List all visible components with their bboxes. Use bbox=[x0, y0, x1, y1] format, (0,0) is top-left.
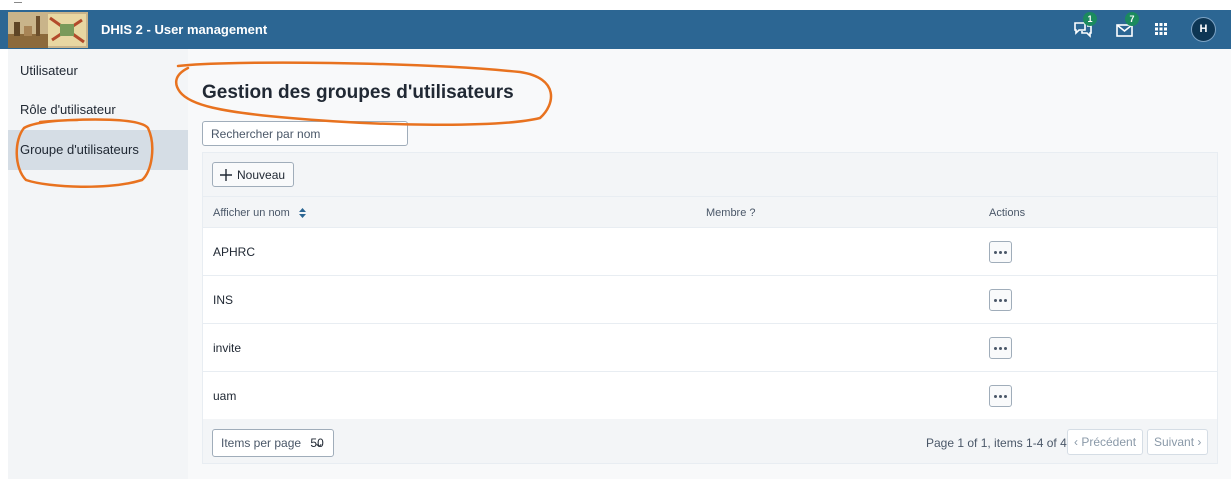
table-row: INS bbox=[203, 276, 1217, 324]
row-actions-button[interactable] bbox=[989, 337, 1012, 359]
interpretations-button[interactable]: 7 bbox=[1113, 12, 1139, 41]
column-header-member: Membre ? bbox=[706, 207, 756, 219]
table-row: invite bbox=[203, 324, 1217, 372]
row-actions-button[interactable] bbox=[989, 385, 1012, 407]
messages-count-badge: 1 bbox=[1083, 12, 1097, 26]
more-icon bbox=[994, 298, 997, 302]
window-edge-mark bbox=[14, 2, 22, 3]
header-bar: DHIS 2 - User management 1 7 H bbox=[0, 10, 1231, 49]
interpretations-count-badge: 7 bbox=[1125, 12, 1139, 26]
group-name: APHRC bbox=[213, 245, 256, 259]
group-name: uam bbox=[213, 389, 237, 403]
sidebar: Utilisateur Rôle d'utilisateur Groupe d'… bbox=[8, 49, 188, 479]
more-icon bbox=[994, 346, 997, 350]
pagination-summary: Page 1 of 1, items 1-4 of 4 bbox=[926, 436, 1067, 450]
items-per-page-select[interactable]: Items per page 50 ⌄ bbox=[212, 429, 334, 457]
page-title: Gestion des groupes d'utilisateurs bbox=[202, 82, 514, 103]
new-button-label: Nouveau bbox=[237, 167, 286, 182]
chevron-down-icon: ⌄ bbox=[313, 436, 324, 450]
app-logo[interactable] bbox=[8, 12, 88, 48]
user-groups-table: Nouveau Afficher un nom Membre ? Actions… bbox=[202, 152, 1218, 464]
app-title: DHIS 2 - User management bbox=[101, 22, 268, 37]
more-icon bbox=[994, 394, 997, 398]
apps-grid-icon bbox=[1155, 23, 1167, 35]
new-group-button[interactable]: Nouveau bbox=[212, 162, 295, 187]
group-name: invite bbox=[213, 341, 242, 355]
sort-icon bbox=[298, 208, 306, 219]
search-input[interactable] bbox=[202, 121, 408, 146]
plus-icon bbox=[220, 168, 232, 181]
next-page-button[interactable]: Suivant › bbox=[1147, 429, 1209, 455]
table-row: APHRC bbox=[203, 228, 1217, 276]
row-actions-button[interactable] bbox=[989, 289, 1012, 311]
user-avatar[interactable]: H bbox=[1191, 17, 1216, 42]
more-icon bbox=[994, 250, 997, 254]
table-toolbar: Nouveau bbox=[203, 153, 1217, 197]
sidebar-item-user-groups[interactable]: Groupe d'utilisateurs bbox=[8, 130, 188, 170]
sidebar-item-users[interactable]: Utilisateur bbox=[8, 51, 188, 91]
row-actions-button[interactable] bbox=[989, 241, 1012, 263]
column-header-name-label: Afficher un nom bbox=[213, 207, 290, 219]
apps-menu-button[interactable] bbox=[1149, 17, 1173, 41]
previous-page-button[interactable]: ‹ Précédent bbox=[1067, 429, 1144, 455]
table-row: uam bbox=[203, 372, 1217, 420]
column-header-actions: Actions bbox=[989, 207, 1026, 219]
sidebar-item-user-roles[interactable]: Rôle d'utilisateur bbox=[8, 90, 188, 130]
messages-button[interactable]: 1 bbox=[1071, 12, 1097, 41]
group-name: INS bbox=[213, 293, 234, 307]
table-footer: Items per page 50 ⌄ Page 1 of 1, items 1… bbox=[203, 419, 1217, 463]
column-header-name[interactable]: Afficher un nom bbox=[213, 207, 306, 219]
table-header-row: Afficher un nom Membre ? Actions bbox=[203, 197, 1217, 228]
items-per-page-label: Items per page bbox=[221, 436, 302, 450]
